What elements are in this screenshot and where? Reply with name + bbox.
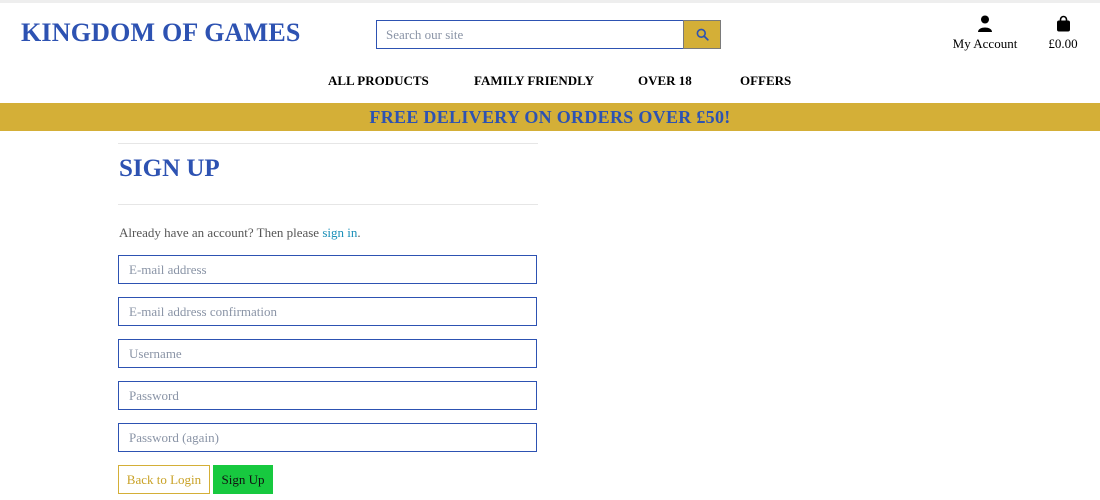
password-field[interactable] [118, 381, 537, 410]
cart-total: £0.00 [1048, 36, 1078, 51]
search-bar [376, 20, 721, 49]
email-field[interactable] [118, 255, 537, 284]
cart-link[interactable]: £0.00 [1042, 15, 1084, 52]
divider-bottom [118, 204, 538, 205]
main-nav: ALL PRODUCTS FAMILY FRIENDLY OVER 18 OFF… [0, 73, 1100, 91]
search-icon [696, 28, 709, 41]
divider-top [118, 143, 538, 144]
nav-offers[interactable]: OFFERS [740, 73, 791, 89]
signin-prompt-text: Already have an account? Then please [119, 225, 320, 240]
my-account-link[interactable]: My Account [946, 15, 1024, 52]
nav-family-friendly[interactable]: FAMILY FRIENDLY [474, 73, 594, 89]
my-account-label: My Account [952, 36, 1018, 51]
user-icon [946, 15, 1024, 34]
username-field[interactable] [118, 339, 537, 368]
brand-logo[interactable]: KINGDOM OF GAMES [21, 18, 301, 48]
signin-prompt-period: . [357, 225, 361, 240]
signin-prompt: Already have an account? Then please sig… [119, 225, 361, 241]
top-border [0, 0, 1100, 3]
search-input[interactable] [376, 20, 684, 49]
sign-up-button[interactable]: Sign Up [213, 465, 273, 494]
delivery-banner-text: FREE DELIVERY ON ORDERS OVER £50! [369, 106, 731, 127]
nav-over-18[interactable]: OVER 18 [638, 73, 692, 89]
email-confirm-field[interactable] [118, 297, 537, 326]
delivery-banner: FREE DELIVERY ON ORDERS OVER £50! [0, 103, 1100, 131]
page-title: SIGN UP [119, 155, 220, 182]
shopping-bag-icon [1042, 15, 1084, 34]
sign-in-link[interactable]: sign in [322, 225, 357, 240]
nav-all-products[interactable]: ALL PRODUCTS [328, 73, 429, 89]
back-to-login-button[interactable]: Back to Login [118, 465, 210, 494]
password-again-field[interactable] [118, 423, 537, 452]
search-button[interactable] [683, 20, 721, 49]
